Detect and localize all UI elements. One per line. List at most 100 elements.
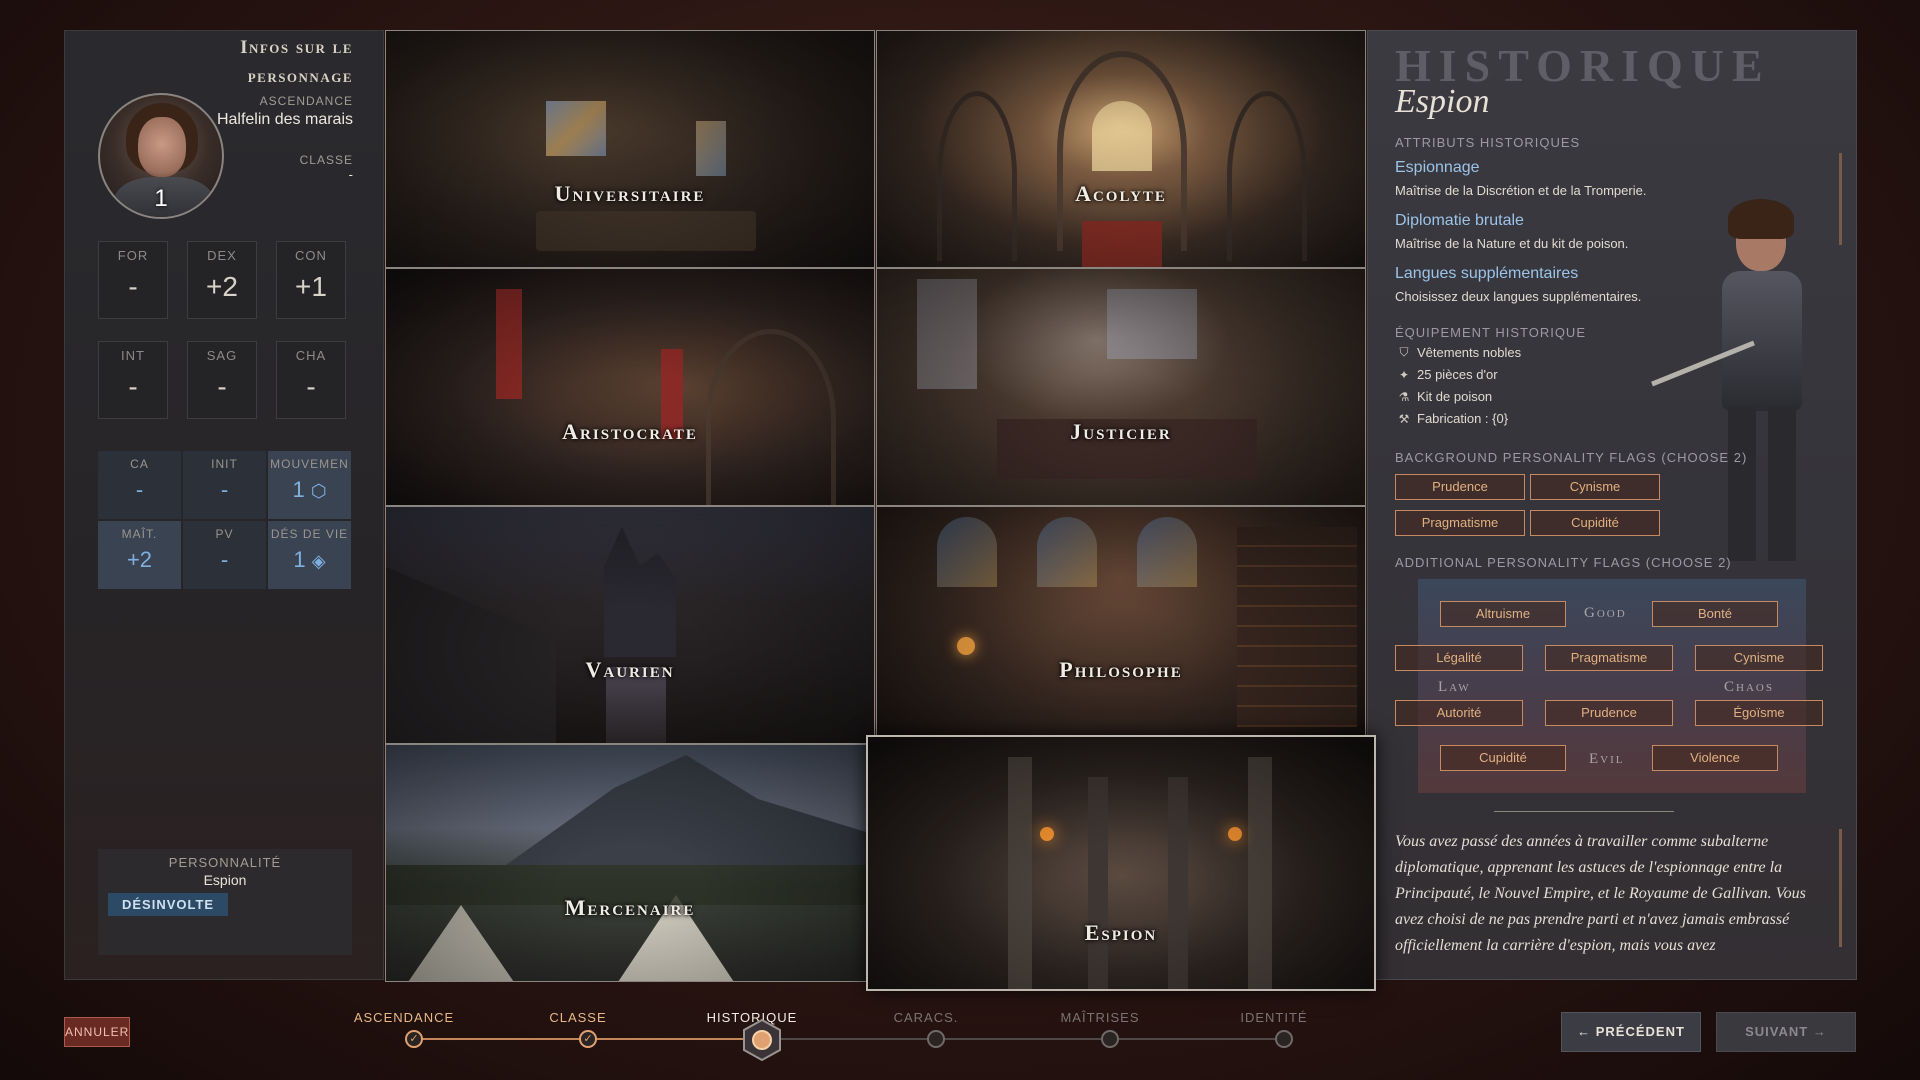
- tile-label: Universitaire: [554, 181, 706, 206]
- ability-value: +2: [206, 271, 238, 302]
- flag-button-egoisme[interactable]: Égoïsme: [1695, 700, 1823, 726]
- stat-label: MAÎT.: [121, 527, 158, 541]
- background-tile-acolyte[interactable]: Acolyte: [876, 30, 1366, 268]
- flag-button-cynisme-align[interactable]: Cynisme: [1695, 645, 1823, 671]
- ability-cha: CHA -: [276, 341, 346, 419]
- step-label-classe[interactable]: CLASSE: [508, 1010, 648, 1025]
- background-tile-vaurien[interactable]: Vaurien: [385, 506, 875, 744]
- stat-label: DÉS DE VIE: [270, 527, 349, 541]
- flag-button-prudence-align[interactable]: Prudence: [1545, 700, 1673, 726]
- tile-vignette: [877, 31, 1365, 267]
- background-tile-espion[interactable]: Espion: [866, 735, 1376, 991]
- kit-icon: ⚗: [1398, 389, 1410, 404]
- previous-label: PRÉCÉDENT: [1595, 1024, 1685, 1039]
- check-icon[interactable]: ✓: [579, 1030, 597, 1048]
- figure-leg: [1728, 406, 1756, 561]
- flag-button-violence[interactable]: Violence: [1652, 745, 1778, 771]
- flag-button-pragmatisme[interactable]: Pragmatisme: [1395, 510, 1525, 536]
- historique-panel: HISTORIQUE Espion ATTRIBUTS HISTORIQUES …: [1367, 30, 1857, 980]
- cube-icon: ⬡: [310, 481, 327, 501]
- ability-label: CON: [295, 248, 327, 263]
- stat-value: 1 ◈: [268, 547, 351, 573]
- current-step-emblem-icon[interactable]: [740, 1018, 784, 1062]
- tile-label: Espion: [1084, 920, 1158, 945]
- alignment-law: Law: [1438, 679, 1471, 695]
- figure-torso: [1722, 271, 1802, 411]
- flag-button-legalite[interactable]: Légalité: [1395, 645, 1523, 671]
- equipment-text: Kit de poison: [1417, 389, 1493, 404]
- stat-value: +2: [126, 547, 153, 572]
- ability-value: +1: [295, 271, 327, 302]
- tile-vignette: [386, 745, 874, 981]
- flag-button-cupidite-align[interactable]: Cupidité: [1440, 745, 1566, 771]
- cancel-button[interactable]: ANNULER: [64, 1017, 130, 1047]
- panel-title-line2: personnage: [247, 66, 353, 87]
- stat-value: -: [135, 477, 144, 502]
- tile-vignette: [868, 737, 1374, 989]
- alignment-evil: Evil: [1589, 751, 1625, 767]
- ability-label: INT: [121, 348, 145, 363]
- next-button[interactable]: SUIVANT →: [1716, 1012, 1856, 1052]
- ability-value: -: [128, 271, 138, 302]
- flag-button-altruisme[interactable]: Altruisme: [1440, 601, 1566, 627]
- figure-leg: [1768, 406, 1796, 561]
- feature-desc: Maîtrise de la Nature et du kit de poiso…: [1395, 236, 1629, 251]
- feature-desc: Choisissez deux langues supplémentaires.: [1395, 289, 1642, 304]
- classe-label: CLASSE: [299, 153, 353, 167]
- ability-label: FOR: [117, 248, 149, 263]
- character-portrait: 1: [98, 93, 224, 219]
- stat-value: 1 ⬡: [268, 477, 351, 503]
- flag-button-bonte[interactable]: Bonté: [1652, 601, 1778, 627]
- previous-button[interactable]: ← PRÉCÉDENT: [1561, 1012, 1701, 1052]
- feature-title: Espionnage: [1395, 159, 1480, 176]
- flag-button-cupidite[interactable]: Cupidité: [1530, 510, 1660, 536]
- ability-dex: DEX +2: [187, 241, 257, 319]
- background-tile-philosophe[interactable]: Philosophe: [876, 506, 1366, 744]
- stat-value: -: [220, 477, 229, 502]
- coin-icon: ✦: [1398, 367, 1410, 382]
- shield-icon: ⛉: [1399, 345, 1409, 359]
- background-tile-mercenaire[interactable]: Mercenaire: [385, 744, 875, 982]
- step-label-ascendance[interactable]: ASCENDANCE: [334, 1010, 474, 1025]
- flag-button-cynisme[interactable]: Cynisme: [1530, 474, 1660, 500]
- attributes-scrollbar[interactable]: [1839, 153, 1842, 245]
- step-dot[interactable]: [927, 1030, 945, 1048]
- tile-vignette: [877, 269, 1365, 505]
- tile-label: Vaurien: [585, 657, 675, 682]
- check-icon[interactable]: ✓: [405, 1030, 423, 1048]
- stat-label: MOUVEMEN: [270, 457, 349, 471]
- character-info-panel: Infos sur le personnage 1 ASCENDANCE Hal…: [64, 30, 384, 980]
- personality-value: Espion: [203, 872, 247, 888]
- flag-button-prudence[interactable]: Prudence: [1395, 474, 1525, 500]
- ability-value: -: [217, 371, 227, 402]
- personality-badge: DÉSINVOLTE: [108, 893, 229, 916]
- panel-title: Infos sur le personnage: [240, 33, 353, 91]
- step-dot[interactable]: [1101, 1030, 1119, 1048]
- step-label-identite[interactable]: IDENTITÉ: [1204, 1010, 1344, 1025]
- personality-box: PERSONNALITÉ Espion DÉSINVOLTE: [98, 849, 352, 955]
- feature-title: Langues supplémentaires: [1395, 265, 1579, 282]
- flag-button-pragmatisme-align[interactable]: Pragmatisme: [1545, 645, 1673, 671]
- step-label-caracs[interactable]: CARACS.: [856, 1010, 996, 1025]
- tile-label: Philosophe: [1059, 657, 1183, 682]
- craft-icon: ⚒: [1398, 411, 1410, 426]
- description-scrollbar[interactable]: [1839, 829, 1842, 947]
- tile-label: Mercenaire: [564, 895, 696, 920]
- flag-button-autorite[interactable]: Autorité: [1395, 700, 1523, 726]
- arrow-right-icon: →: [1812, 1024, 1827, 1039]
- personality-label: PERSONNALITÉ: [168, 855, 282, 870]
- next-label: SUIVANT: [1745, 1024, 1809, 1039]
- tile-vignette: [386, 31, 874, 267]
- background-tile-universitaire[interactable]: Universitaire: [385, 30, 875, 268]
- background-tile-aristocrate[interactable]: Aristocrate: [385, 268, 875, 506]
- step-dot[interactable]: [1275, 1030, 1293, 1048]
- stat-value-number: 1: [293, 547, 306, 572]
- tile-vignette: [877, 507, 1365, 743]
- equipment-text: Vêtements nobles: [1417, 345, 1522, 360]
- step-label-maitrises[interactable]: MAÎTRISES: [1030, 1010, 1170, 1025]
- historique-description: Vous avez passé des années à travailler …: [1395, 833, 1806, 954]
- stat-value-number: 1: [292, 477, 305, 502]
- classe-value: -: [348, 167, 353, 182]
- background-tile-justicier[interactable]: Justicier: [876, 268, 1366, 506]
- character-level: 1: [154, 185, 168, 212]
